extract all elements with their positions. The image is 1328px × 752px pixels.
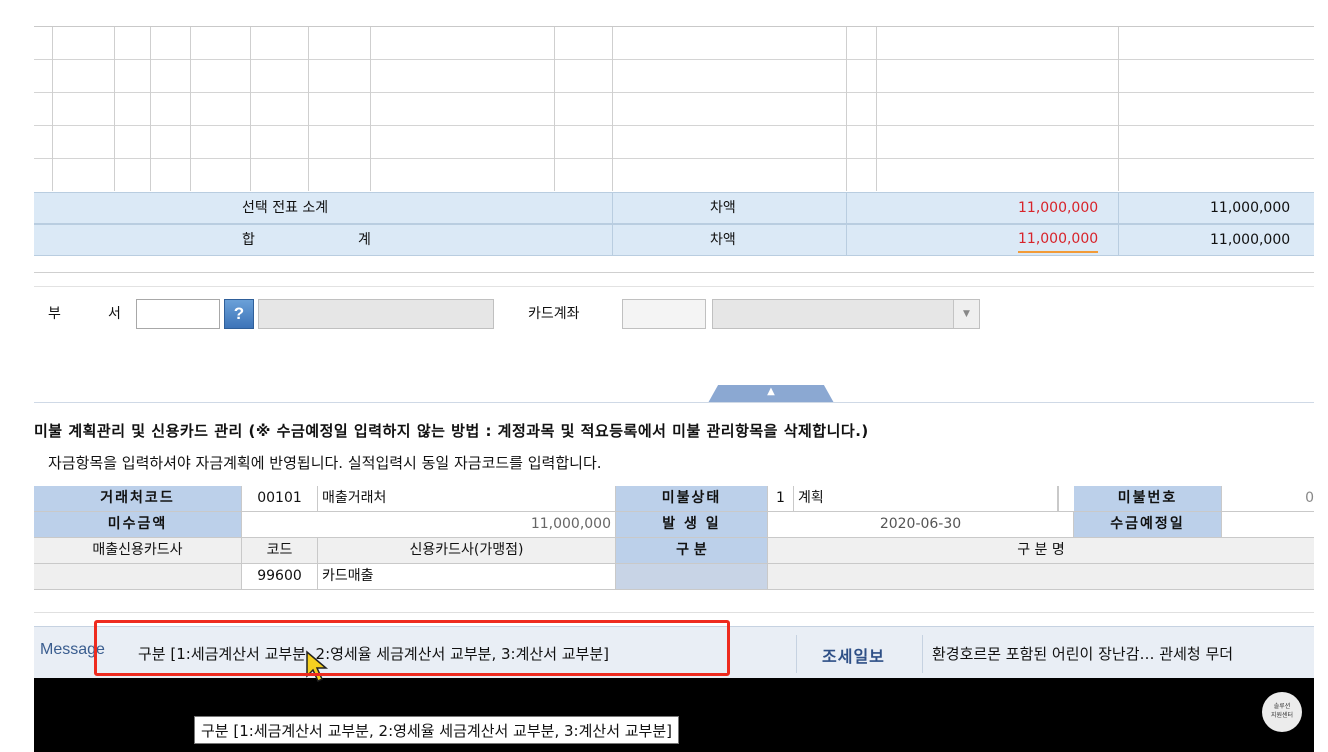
category-header: 구 분 (616, 538, 768, 563)
triangle-up-icon: ▲ (767, 386, 775, 397)
table-row: 거래처코드 00101 매출거래처 미불상태 1 계획 미불번호 0 (34, 486, 1314, 512)
unpaid-status-header: 미불상태 (616, 486, 768, 511)
occurrence-date-header: 발 생 일 (616, 512, 768, 537)
cell-separator (612, 225, 613, 255)
difference-label: 차액 (710, 200, 736, 216)
chevron-down-icon: ▼ (953, 300, 979, 328)
department-label-2: 서 (108, 306, 121, 322)
grid-line (34, 158, 1314, 159)
department-code-input[interactable] (136, 299, 220, 329)
difference-label: 차액 (710, 232, 736, 248)
client-code-header: 거래처코드 (34, 486, 242, 511)
selected-subtotal-row: 선택 전표 소계 차액 11,000,000 11,000,000 (34, 192, 1314, 224)
support-center-logo: 솔루션 지원센터 (1262, 692, 1302, 732)
grid-col (612, 27, 613, 191)
grid-line (34, 92, 1314, 93)
cell-separator (1118, 225, 1119, 255)
category-name-header: 구 분 명 (768, 538, 1314, 563)
receivable-amount-cell[interactable]: 11,000,000 (242, 512, 616, 537)
unpaid-status-code-cell[interactable]: 1 (768, 486, 794, 511)
table-row: 미수금액 11,000,000 발 생 일 2020-06-30 수금예정일 (34, 512, 1314, 538)
divider (922, 635, 923, 673)
panel-divider (34, 402, 1314, 403)
spacer (1058, 486, 1059, 511)
department-name-field (258, 299, 494, 329)
department-label-1: 부 (48, 306, 61, 322)
divider (796, 635, 797, 673)
grid-col (308, 27, 309, 191)
collapse-panel-button[interactable]: ▲ (708, 385, 834, 403)
panel-divider (34, 612, 1314, 613)
grid-line (34, 125, 1314, 126)
highlight-box (94, 620, 730, 676)
occurrence-date-cell[interactable]: 2020-06-30 (768, 512, 1074, 537)
total-label-left: 합 (242, 232, 255, 248)
receivable-header: 미수금액 (34, 512, 242, 537)
category-name-cell (768, 564, 1314, 589)
news-source-label[interactable]: 조세일보 (822, 643, 885, 667)
grid-col (250, 27, 251, 191)
cell-separator (846, 225, 847, 255)
card-company-cell (34, 564, 242, 589)
cell-separator (1118, 193, 1119, 223)
news-ticker-link[interactable]: 환경호르몬 포함된 어린이 장난감… 관세청 무더 (932, 643, 1233, 664)
help-search-button[interactable]: ? (224, 299, 254, 329)
notice-description: 자금항목을 입력하셔야 자금계획에 반영됩니다. 실적입력시 동일 자금코드를 … (48, 454, 602, 472)
card-account-select[interactable]: ▼ (712, 299, 980, 329)
notice-heading: 미불 계획관리 및 신용카드 관리 (※ 수금예정일 입력하지 않는 방법 : … (34, 422, 869, 440)
panel-divider (34, 286, 1314, 287)
grid-col (114, 27, 115, 191)
card-account-code-input[interactable] (622, 299, 706, 329)
card-merchant-header: 신용카드사(가맹점) (318, 538, 616, 563)
cell-separator (846, 193, 847, 223)
question-icon: ? (233, 304, 245, 323)
grid-col (554, 27, 555, 191)
ledger-grid[interactable] (34, 26, 1314, 191)
client-name-cell: 매출거래처 (318, 486, 616, 511)
table-row: 99600 카드매출 (34, 564, 1314, 590)
total-label-right: 계 (358, 232, 371, 248)
unpaid-status-name-cell: 계획 (794, 486, 1058, 511)
grid-line (34, 59, 1314, 60)
table-row: 매출신용카드사 코드 신용카드사(가맹점) 구 분 구 분 명 (34, 538, 1314, 564)
total-amount-red: 11,000,000 (1018, 227, 1099, 253)
card-name-cell: 카드매출 (318, 564, 616, 589)
client-code-cell[interactable]: 00101 (242, 486, 318, 511)
unpaid-number-cell[interactable]: 0 (1222, 486, 1314, 511)
panel-divider (34, 272, 1314, 273)
total-amount: 11,000,000 (1210, 232, 1291, 248)
expected-collection-header: 수금예정일 (1074, 512, 1222, 537)
code-header: 코드 (242, 538, 318, 563)
selected-subtotal-label: 선택 전표 소계 (242, 200, 329, 216)
grid-col (876, 27, 877, 191)
total-row: 합 계 차액 11,000,000 11,000,000 (34, 224, 1314, 256)
cell-separator (612, 193, 613, 223)
grid-col (190, 27, 191, 191)
grid-col (150, 27, 151, 191)
grid-col (1118, 27, 1119, 191)
subtotal-amount: 11,000,000 (1210, 200, 1291, 216)
card-code-cell[interactable]: 99600 (242, 564, 318, 589)
category-input-cell[interactable] (616, 564, 768, 589)
card-account-label: 카드계좌 (528, 306, 580, 322)
message-tooltip: 구분 [1:세금계산서 교부분, 2:영세율 세금계산서 교부분, 3:계산서 … (194, 716, 680, 744)
subtotal-amount-red: 11,000,000 (1018, 200, 1099, 216)
card-company-header: 매출신용카드사 (34, 538, 242, 563)
grid-col (52, 27, 53, 191)
grid-col (370, 27, 371, 191)
grid-col (846, 27, 847, 191)
unpaid-number-header: 미불번호 (1074, 486, 1222, 511)
expected-collection-cell[interactable] (1222, 512, 1314, 537)
